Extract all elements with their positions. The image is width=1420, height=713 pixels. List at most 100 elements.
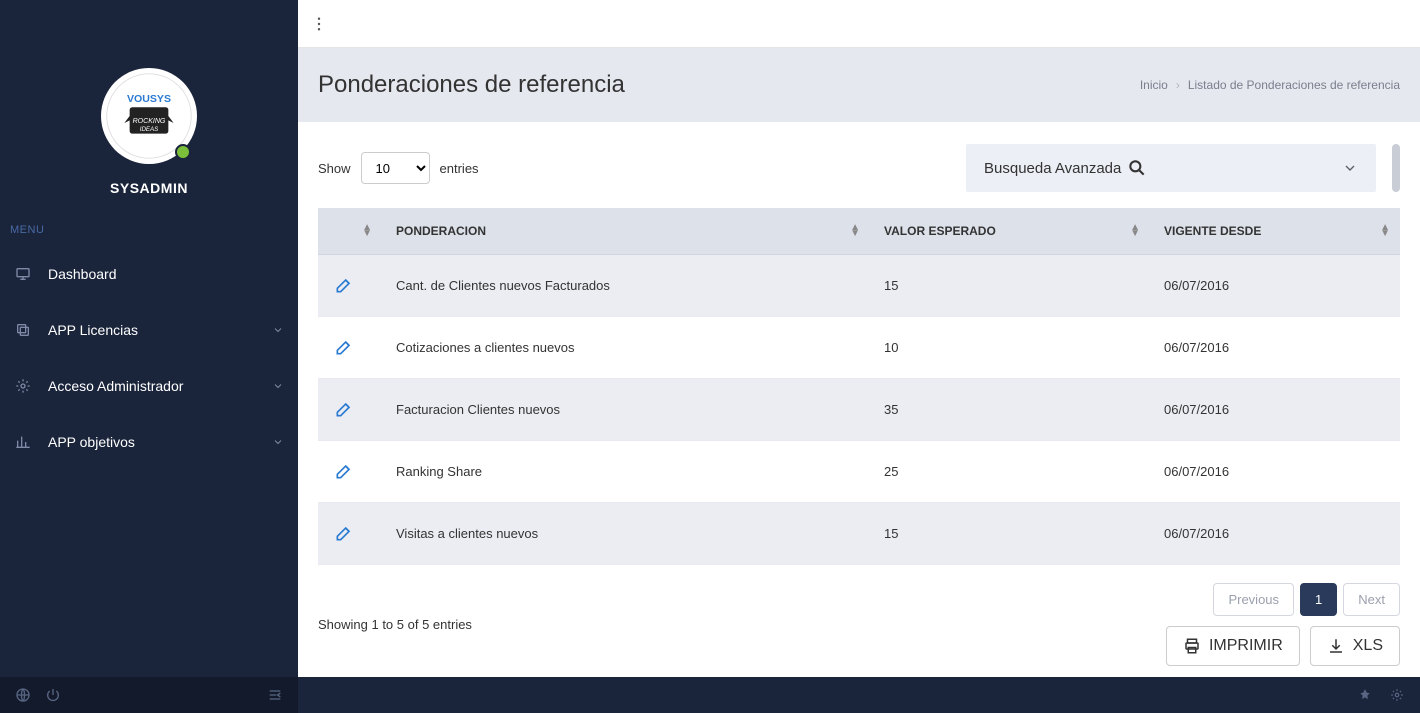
pagination: Previous 1 Next bbox=[1213, 583, 1400, 616]
power-button[interactable] bbox=[38, 680, 68, 710]
xls-button[interactable]: XLS bbox=[1310, 626, 1400, 666]
print-button[interactable]: IMPRIMIR bbox=[1166, 626, 1300, 666]
page-title: Ponderaciones de referencia bbox=[318, 71, 625, 99]
pin-button[interactable] bbox=[1354, 684, 1376, 706]
sidebar-item-acceso-administrador[interactable]: Acceso Administrador bbox=[0, 358, 298, 414]
sidebar-item-label: Acceso Administrador bbox=[48, 378, 183, 394]
cell-ponderacion: Cotizaciones a clientes nuevos bbox=[382, 317, 870, 379]
edit-button[interactable] bbox=[332, 397, 356, 421]
breadcrumb-home[interactable]: Inicio bbox=[1140, 78, 1168, 92]
svg-text:ROCKING: ROCKING bbox=[133, 118, 166, 125]
breadcrumb-separator-icon: › bbox=[1176, 78, 1180, 92]
col-valor[interactable]: VALOR ESPERADO▲▼ bbox=[870, 208, 1150, 255]
cell-ponderacion: Cant. de Clientes nuevos Facturados bbox=[382, 255, 870, 317]
advanced-search-toggle[interactable]: Busqueda Avanzada bbox=[966, 144, 1376, 192]
download-icon bbox=[1327, 637, 1345, 655]
content-area: Show 10 entries Busqueda Avanzada bbox=[298, 122, 1420, 677]
main: Ponderaciones de referencia Inicio › Lis… bbox=[298, 0, 1420, 713]
menu-section-label: MENU bbox=[0, 210, 298, 246]
collapse-sidebar-button[interactable] bbox=[260, 680, 290, 710]
cell-vigente: 06/07/2016 bbox=[1150, 441, 1400, 503]
sort-icon: ▲▼ bbox=[1130, 225, 1140, 237]
col-vigente[interactable]: VIGENTE DESDE▲▼ bbox=[1150, 208, 1400, 255]
cell-vigente: 06/07/2016 bbox=[1150, 255, 1400, 317]
table-row: Ranking Share2506/07/2016 bbox=[318, 441, 1400, 503]
status-online-icon bbox=[175, 144, 191, 160]
more-menu-button[interactable] bbox=[310, 15, 328, 33]
gear-icon bbox=[1390, 688, 1404, 702]
sidebar-top-spacer bbox=[0, 0, 298, 48]
sidebar: VOUSYS ROCKING IDEAS SYSADMIN MENU Dashb… bbox=[0, 0, 298, 713]
cell-valor: 15 bbox=[870, 255, 1150, 317]
table-info: Showing 1 to 5 of 5 entries bbox=[318, 617, 472, 632]
advanced-search-label: Busqueda Avanzada bbox=[984, 160, 1121, 177]
page-prev[interactable]: Previous bbox=[1213, 583, 1294, 616]
topbar bbox=[298, 0, 1420, 48]
chart-icon bbox=[14, 434, 32, 450]
edit-button[interactable] bbox=[332, 273, 356, 297]
monitor-icon bbox=[14, 266, 32, 282]
sidebar-footer bbox=[0, 677, 298, 713]
username: SYSADMIN bbox=[110, 180, 188, 196]
cell-valor: 15 bbox=[870, 503, 1150, 565]
main-footer bbox=[298, 677, 1420, 713]
cell-ponderacion: Visitas a clientes nuevos bbox=[382, 503, 870, 565]
entries-label: entries bbox=[440, 161, 479, 176]
edit-button[interactable] bbox=[332, 459, 356, 483]
cell-vigente: 06/07/2016 bbox=[1150, 503, 1400, 565]
chevron-down-icon bbox=[272, 380, 284, 392]
breadcrumb-current: Listado de Ponderaciones de referencia bbox=[1188, 78, 1400, 92]
power-icon bbox=[45, 687, 61, 703]
svg-text:IDEAS: IDEAS bbox=[140, 126, 159, 133]
page-next[interactable]: Next bbox=[1343, 583, 1400, 616]
cell-vigente: 06/07/2016 bbox=[1150, 379, 1400, 441]
col-ponderacion[interactable]: PONDERACION▲▼ bbox=[382, 208, 870, 255]
more-vertical-icon bbox=[310, 15, 328, 33]
settings-button[interactable] bbox=[1386, 684, 1408, 706]
globe-icon bbox=[15, 687, 31, 703]
print-label: IMPRIMIR bbox=[1209, 637, 1283, 655]
cell-valor: 10 bbox=[870, 317, 1150, 379]
table-top-controls: Show 10 entries Busqueda Avanzada bbox=[318, 144, 1400, 192]
table-footer: Showing 1 to 5 of 5 entries Previous 1 N… bbox=[318, 583, 1400, 666]
chevron-down-icon bbox=[272, 436, 284, 448]
avatar[interactable]: VOUSYS ROCKING IDEAS bbox=[101, 68, 197, 164]
page-size-select[interactable]: 10 bbox=[361, 152, 430, 184]
globe-button[interactable] bbox=[8, 680, 38, 710]
cell-valor: 35 bbox=[870, 379, 1150, 441]
sidebar-item-app-licencias[interactable]: APP Licencias bbox=[0, 302, 298, 358]
cell-ponderacion: Facturacion Clientes nuevos bbox=[382, 379, 870, 441]
sort-icon: ▲▼ bbox=[362, 225, 372, 237]
chevron-down-icon bbox=[1342, 160, 1358, 176]
table-body: Cant. de Clientes nuevos Facturados1506/… bbox=[318, 255, 1400, 565]
cell-valor: 25 bbox=[870, 441, 1150, 503]
page-current[interactable]: 1 bbox=[1300, 583, 1337, 616]
cell-vigente: 06/07/2016 bbox=[1150, 317, 1400, 379]
sidebar-item-dashboard[interactable]: Dashboard bbox=[0, 246, 298, 302]
search-icon bbox=[1127, 158, 1147, 178]
sort-icon: ▲▼ bbox=[850, 225, 860, 237]
edit-button[interactable] bbox=[332, 521, 356, 545]
col-action[interactable]: ▲▼ bbox=[318, 208, 382, 255]
breadcrumb: Inicio › Listado de Ponderaciones de ref… bbox=[1140, 78, 1400, 92]
page-header: Ponderaciones de referencia Inicio › Lis… bbox=[298, 48, 1420, 122]
sidebar-item-label: APP objetivos bbox=[48, 434, 135, 450]
copy-icon bbox=[14, 322, 32, 338]
sidebar-item-label: APP Licencias bbox=[48, 322, 138, 338]
sidebar-item-app-objetivos[interactable]: APP objetivos bbox=[0, 414, 298, 470]
table-row: Facturacion Clientes nuevos3506/07/2016 bbox=[318, 379, 1400, 441]
table-row: Cant. de Clientes nuevos Facturados1506/… bbox=[318, 255, 1400, 317]
show-label: Show bbox=[318, 161, 351, 176]
sidebar-nav: Dashboard APP Licencias Acceso Administrad… bbox=[0, 246, 298, 677]
sort-icon: ▲▼ bbox=[1380, 225, 1390, 237]
table-row: Cotizaciones a clientes nuevos1006/07/20… bbox=[318, 317, 1400, 379]
chevron-down-icon bbox=[272, 324, 284, 336]
indent-icon bbox=[267, 687, 283, 703]
show-entries-control: Show 10 entries bbox=[318, 152, 479, 184]
profile-block: VOUSYS ROCKING IDEAS SYSADMIN bbox=[0, 48, 298, 210]
svg-text:VOUSYS: VOUSYS bbox=[127, 93, 171, 105]
scrollbar-hint[interactable] bbox=[1392, 144, 1400, 192]
edit-button[interactable] bbox=[332, 335, 356, 359]
table-row: Visitas a clientes nuevos1506/07/2016 bbox=[318, 503, 1400, 565]
print-icon bbox=[1183, 637, 1201, 655]
